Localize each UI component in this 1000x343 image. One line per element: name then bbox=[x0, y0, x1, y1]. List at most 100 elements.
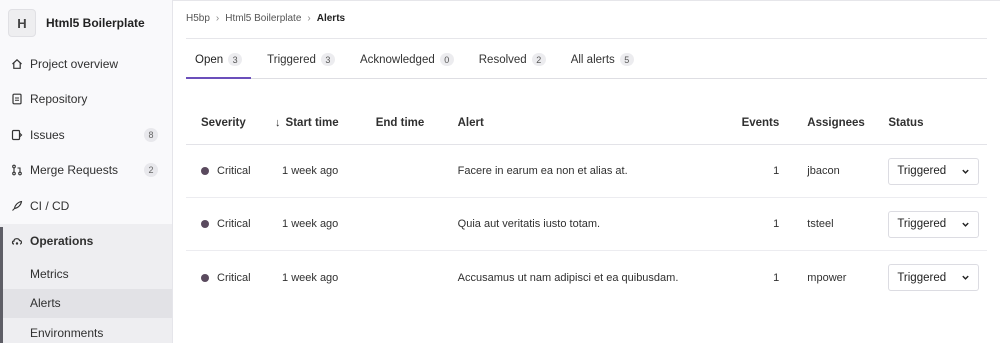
tab-count-badge: 0 bbox=[439, 53, 454, 66]
severity-label: Critical bbox=[217, 218, 251, 230]
tab-count-badge: 2 bbox=[531, 53, 546, 66]
sidebar-item-label: Project overview bbox=[30, 56, 119, 71]
tab-resolved[interactable]: Resolved 2 bbox=[470, 41, 555, 78]
breadcrumb: H5bp › Html5 Boilerplate › Alerts bbox=[186, 13, 345, 24]
table-row[interactable]: Critical 1 week ago Accusamus ut nam adi… bbox=[186, 251, 987, 304]
chevron-right-icon: › bbox=[215, 13, 220, 24]
column-header-end-time[interactable]: End time bbox=[376, 117, 458, 129]
tab-label: Triggered bbox=[267, 53, 316, 66]
assignee-cell: tsteel bbox=[807, 218, 834, 230]
chevron-right-icon: › bbox=[307, 13, 311, 24]
alert-title-cell[interactable]: Accusamus ut nam adipisci et ea quibusda… bbox=[458, 272, 687, 284]
severity-cell: Critical bbox=[186, 272, 272, 284]
breadcrumb-current[interactable]: Alerts bbox=[317, 13, 345, 24]
project-name: Html5 Boilerplate bbox=[46, 16, 145, 30]
start-time-cell: 1 week ago bbox=[282, 218, 339, 230]
assignee-cell: mpower bbox=[807, 271, 847, 284]
severity-critical-icon bbox=[201, 273, 209, 282]
column-header-alert[interactable]: Alert bbox=[458, 117, 687, 129]
column-header-severity[interactable]: Severity bbox=[186, 117, 272, 129]
sidebar-item-merge-requests[interactable]: Merge Requests 2 bbox=[0, 153, 172, 189]
severity-label: Critical bbox=[217, 165, 251, 177]
alert-title-cell[interactable]: Quia aut veritatis iusto totam. bbox=[458, 218, 687, 230]
tab-label: Acknowledged bbox=[359, 53, 435, 66]
severity-critical-icon bbox=[201, 167, 209, 175]
column-header-assignees[interactable]: Assignees bbox=[779, 117, 878, 129]
cloud-gear-icon bbox=[10, 234, 24, 248]
sort-descending-icon: ↓ bbox=[275, 116, 281, 129]
table-header-row: Severity ↓ Start time End time Alert Eve… bbox=[186, 101, 987, 145]
sidebar-item-label: CI / CD bbox=[30, 198, 70, 213]
tab-count-badge: 5 bbox=[619, 53, 634, 66]
severity-critical-icon bbox=[201, 220, 209, 228]
alerts-table: Severity ↓ Start time End time Alert Eve… bbox=[186, 101, 987, 304]
column-header-start-time[interactable]: ↓ Start time bbox=[272, 117, 376, 129]
status-cell: Triggered bbox=[878, 210, 987, 238]
sidebar-item-operations[interactable]: Operations bbox=[0, 223, 172, 259]
breadcrumb-root[interactable]: H5bp bbox=[186, 13, 210, 24]
sidebar-item-project-overview[interactable]: Project overview bbox=[0, 46, 172, 82]
breadcrumb-project[interactable]: Html5 Boilerplate bbox=[225, 13, 301, 24]
sidebar: H Html5 Boilerplate Project overview Rep… bbox=[0, 0, 173, 343]
issues-count-badge: 8 bbox=[144, 127, 158, 142]
severity-label: Critical bbox=[217, 271, 251, 284]
sidebar-item-label: Issues bbox=[30, 127, 65, 142]
table-row[interactable]: Critical 1 week ago Facere in earum ea n… bbox=[186, 145, 987, 198]
active-section-indicator bbox=[0, 227, 3, 343]
status-dropdown[interactable]: Triggered bbox=[888, 264, 980, 291]
tab-label: Open bbox=[195, 53, 224, 66]
events-cell: 1 bbox=[773, 165, 780, 177]
chevron-down-icon bbox=[962, 169, 970, 174]
column-header-status[interactable]: Status bbox=[878, 117, 987, 129]
tab-label: All alerts bbox=[570, 53, 615, 66]
chevron-down-icon bbox=[962, 222, 970, 227]
tab-all-alerts[interactable]: All alerts 5 bbox=[562, 41, 643, 78]
alert-title-cell[interactable]: Facere in earum ea non et alias at. bbox=[458, 165, 687, 177]
assignee-cell: jbacon bbox=[807, 165, 840, 177]
tab-triggered[interactable]: Triggered 3 bbox=[258, 41, 344, 78]
events-cell: 1 bbox=[773, 218, 780, 230]
sidebar-subitem-environments[interactable]: Environments bbox=[0, 318, 172, 343]
tab-open[interactable]: Open 3 bbox=[186, 41, 252, 79]
project-header[interactable]: H Html5 Boilerplate bbox=[0, 0, 172, 46]
sidebar-item-label: Operations bbox=[30, 234, 94, 249]
column-header-label: Start time bbox=[285, 116, 339, 129]
events-cell: 1 bbox=[773, 271, 780, 284]
sidebar-subitem-alerts[interactable]: Alerts bbox=[0, 288, 172, 318]
divider bbox=[186, 38, 987, 39]
document-icon bbox=[10, 92, 24, 106]
status-dropdown-value: Triggered bbox=[897, 218, 947, 230]
issues-icon bbox=[10, 128, 24, 142]
tab-acknowledged[interactable]: Acknowledged 0 bbox=[351, 41, 463, 78]
home-icon bbox=[10, 57, 24, 71]
project-avatar: H bbox=[8, 9, 36, 37]
column-header-events[interactable]: Events bbox=[687, 117, 780, 129]
status-dropdown-value: Triggered bbox=[897, 165, 947, 177]
tab-count-badge: 3 bbox=[228, 53, 243, 66]
start-time-cell: 1 week ago bbox=[282, 165, 339, 177]
start-time-cell: 1 week ago bbox=[282, 271, 339, 284]
table-row[interactable]: Critical 1 week ago Quia aut veritatis i… bbox=[186, 198, 987, 251]
status-cell: Triggered bbox=[878, 157, 987, 185]
sidebar-item-label: Repository bbox=[30, 92, 88, 107]
sidebar-item-issues[interactable]: Issues 8 bbox=[0, 117, 172, 153]
chevron-down-icon bbox=[962, 275, 970, 280]
tab-count-badge: 3 bbox=[320, 53, 335, 66]
sidebar-item-repository[interactable]: Repository bbox=[0, 82, 172, 118]
status-dropdown-value: Triggered bbox=[897, 271, 947, 284]
alert-status-tabs: Open 3 Triggered 3 Acknowledged 0 Resolv… bbox=[186, 41, 987, 79]
status-dropdown[interactable]: Triggered bbox=[888, 210, 980, 238]
sidebar-item-label: Merge Requests bbox=[30, 163, 119, 178]
rocket-icon bbox=[10, 199, 24, 213]
sidebar-subitem-metrics[interactable]: Metrics bbox=[0, 259, 172, 289]
main-content: H5bp › Html5 Boilerplate › Alerts Open 3… bbox=[173, 0, 1000, 343]
sidebar-item-ci-cd[interactable]: CI / CD bbox=[0, 188, 172, 224]
severity-cell: Critical bbox=[186, 165, 272, 177]
merge-requests-count-badge: 2 bbox=[144, 163, 158, 178]
operations-submenu: Metrics Alerts Environments bbox=[0, 259, 172, 343]
status-dropdown[interactable]: Triggered bbox=[888, 157, 980, 185]
tab-label: Resolved bbox=[478, 53, 527, 66]
severity-cell: Critical bbox=[186, 218, 272, 230]
merge-request-icon bbox=[10, 163, 24, 177]
status-cell: Triggered bbox=[878, 264, 987, 291]
